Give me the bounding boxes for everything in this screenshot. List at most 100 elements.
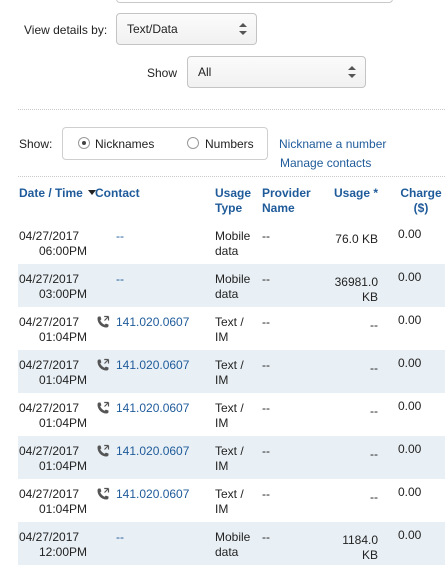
row-date: 04/27/2017 (19, 487, 80, 501)
table-row: 04/27/2017 12:00PM -- Mobile data -- 1184.0 KB 0… (18, 522, 445, 565)
select-arrows-icon (239, 23, 247, 35)
section-divider (18, 176, 445, 177)
section-divider (18, 109, 445, 110)
row-usage-type-line1: Text / (215, 487, 244, 501)
row-time: 01:04PM (39, 373, 88, 387)
header-charge-line2: ($) (413, 201, 429, 215)
nickname-number-link[interactable]: Nickname a number (279, 137, 386, 151)
table-row: 04/27/2017 01:04PM 141.020.0607 Text / IM -- -… (18, 479, 445, 522)
row-provider: -- (262, 358, 270, 372)
row-usage-type-line2: IM (215, 330, 229, 344)
row-contact[interactable]: -- (116, 530, 124, 545)
header-provider-line1: Provider (262, 186, 311, 200)
row-date: 04/27/2017 (19, 401, 80, 415)
row-charge: 0.00 (398, 399, 422, 413)
header-usage-type-line2: Type (215, 201, 243, 215)
row-usage-type-line1: Text / (215, 401, 244, 415)
table-row: 04/27/2017 01:04PM 141.020.0607 Text / IM -- -… (18, 393, 445, 436)
view-details-select-value: Text/Data (127, 22, 178, 36)
row-time: 01:04PM (39, 459, 88, 473)
row-usage-type-line1: Mobile (215, 229, 251, 243)
row-usage-line1: -- (370, 361, 378, 375)
row-charge: 0.00 (398, 485, 422, 499)
row-contact-link[interactable]: 141.020.0607 (116, 444, 189, 459)
row-contact-link[interactable]: 141.020.0607 (116, 487, 189, 502)
top-select-remnant[interactable] (116, 0, 393, 3)
row-contact[interactable]: -- (116, 272, 124, 287)
row-charge: 0.00 (398, 227, 422, 241)
row-time: 01:04PM (39, 330, 88, 344)
radio-numbers[interactable] (187, 137, 199, 149)
view-details-select[interactable]: Text/Data (116, 13, 257, 45)
row-usage-type-line1: Text / (215, 444, 244, 458)
header-provider-line2: Name (262, 201, 295, 215)
show-filter-select-value: All (198, 65, 212, 79)
row-provider: -- (262, 487, 270, 501)
header-date-time-label: Date / Time (19, 186, 83, 200)
row-usage-line1: -- (370, 447, 378, 461)
radio-numbers-label[interactable]: Numbers (205, 137, 254, 151)
row-usage-line2: KB (361, 290, 378, 304)
phone-call-icon (96, 401, 110, 415)
row-usage-type-line2: IM (215, 373, 229, 387)
row-usage-line1: 1184.0 (342, 533, 378, 547)
row-provider: -- (262, 229, 270, 243)
header-date-time[interactable]: Date / Time (19, 186, 97, 201)
row-time: 12:00PM (39, 545, 88, 559)
row-usage-line1: -- (370, 318, 378, 332)
phone-call-icon (96, 315, 110, 329)
manage-contacts-link[interactable]: Manage contacts (280, 156, 371, 170)
row-usage-line1: 76.0 KB (335, 232, 378, 246)
view-details-label: View details by: (24, 23, 108, 37)
row-usage-type-line1: Text / (215, 358, 244, 372)
display-show-label: Show: (19, 137, 53, 151)
row-charge: 0.00 (398, 270, 422, 284)
row-contact-link[interactable]: 141.020.0607 (116, 358, 189, 373)
row-usage-type-line2: data (215, 545, 239, 559)
table-row: 04/27/2017 01:04PM 141.020.0607 Text / IM -- -… (18, 350, 445, 393)
table-row: 04/27/2017 01:04PM 141.020.0607 Text / IM -- -… (18, 307, 445, 350)
header-usage-type-line1: Usage (215, 186, 252, 200)
show-filter-label: Show (147, 66, 178, 80)
row-usage-type-line2: data (215, 244, 239, 258)
header-charge[interactable]: Charge ($) (400, 186, 442, 216)
display-mode-radio-group: Nicknames Numbers (62, 127, 268, 160)
row-date: 04/27/2017 (19, 444, 80, 458)
row-time: 01:04PM (39, 502, 88, 516)
row-date: 04/27/2017 (19, 530, 80, 544)
row-time: 03:00PM (39, 287, 88, 301)
row-date: 04/27/2017 (19, 229, 80, 243)
row-usage-type-line1: Mobile (215, 272, 251, 286)
row-provider: -- (262, 315, 270, 329)
header-contact[interactable]: Contact (95, 186, 140, 201)
row-contact-link[interactable]: 141.020.0607 (116, 401, 189, 416)
phone-call-icon (96, 358, 110, 372)
row-usage-line1: -- (370, 490, 378, 504)
row-charge: 0.00 (398, 442, 422, 456)
row-date: 04/27/2017 (19, 358, 80, 372)
row-usage-type-line1: Text / (215, 315, 244, 329)
row-contact-link[interactable]: 141.020.0607 (116, 315, 189, 330)
header-charge-line1: Charge (400, 186, 442, 200)
row-usage-line1: 36981.0 (334, 275, 378, 289)
header-usage-type[interactable]: Usage Type (215, 186, 251, 216)
header-usage[interactable]: Usage * (334, 186, 378, 201)
row-usage-type-line2: IM (215, 416, 229, 430)
row-provider: -- (262, 401, 270, 415)
row-date: 04/27/2017 (19, 315, 80, 329)
radio-nicknames-label[interactable]: Nicknames (95, 137, 154, 151)
row-date: 04/27/2017 (19, 272, 80, 286)
show-filter-select[interactable]: All (187, 56, 366, 88)
radio-nicknames[interactable] (78, 137, 90, 149)
table-row: 04/27/2017 01:04PM 141.020.0607 Text / IM -- -… (18, 436, 445, 479)
phone-call-icon (96, 487, 110, 501)
header-provider-name[interactable]: Provider Name (262, 186, 311, 216)
phone-call-icon (96, 444, 110, 458)
row-usage-type-line1: Mobile (215, 530, 251, 544)
row-charge: 0.00 (398, 528, 422, 542)
select-arrows-icon (348, 66, 356, 78)
row-usage-type-line2: data (215, 287, 239, 301)
table-row: 04/27/2017 06:00PM -- Mobile data -- 76.0 KB 0.… (18, 221, 445, 264)
row-contact[interactable]: -- (116, 229, 124, 244)
row-usage-type-line2: IM (215, 459, 229, 473)
